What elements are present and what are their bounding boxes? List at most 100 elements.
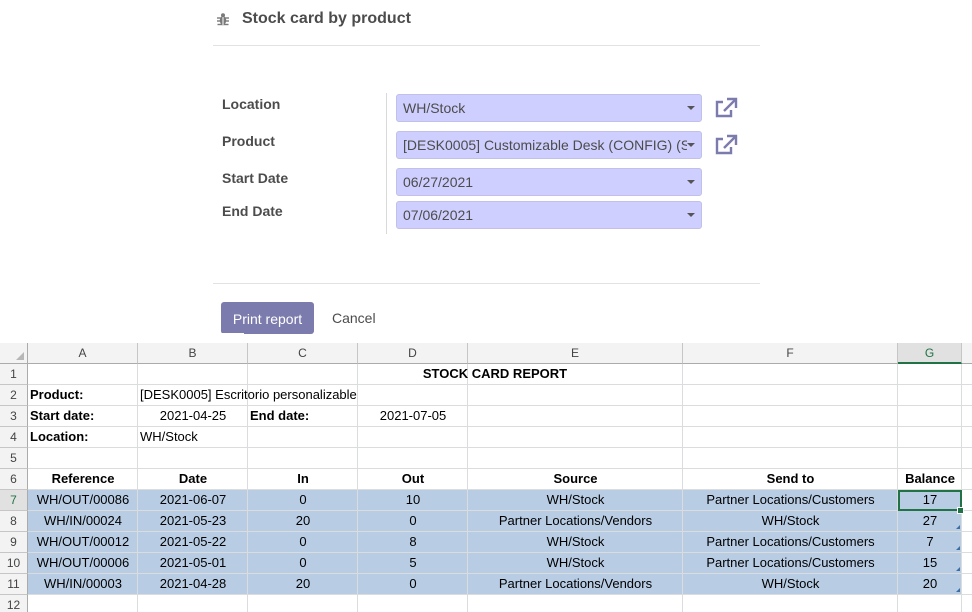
sheet-cell[interactable] bbox=[683, 427, 898, 448]
sheet-cell[interactable] bbox=[28, 595, 138, 612]
sheet-cell[interactable] bbox=[962, 532, 972, 553]
column-header[interactable]: B bbox=[138, 343, 248, 364]
table-cell[interactable]: WH/Stock bbox=[468, 553, 683, 574]
row-header[interactable]: 6 bbox=[0, 469, 28, 490]
sheet-cell[interactable] bbox=[248, 427, 358, 448]
row-header[interactable]: 8 bbox=[0, 511, 28, 532]
table-cell[interactable]: 2021-06-07 bbox=[138, 490, 248, 511]
table-cell[interactable]: WH/Stock bbox=[468, 490, 683, 511]
sheet-cell[interactable] bbox=[683, 448, 898, 469]
fill-handle[interactable] bbox=[957, 507, 964, 514]
chevron-down-icon[interactable] bbox=[687, 180, 695, 184]
table-header-cell[interactable]: In bbox=[248, 469, 358, 490]
column-header[interactable]: A bbox=[28, 343, 138, 364]
row-header[interactable]: 4 bbox=[0, 427, 28, 448]
sheet-cell[interactable] bbox=[898, 385, 962, 406]
sheet-cell[interactable] bbox=[248, 595, 358, 612]
row-header[interactable]: 1 bbox=[0, 364, 28, 385]
sheet-cell[interactable] bbox=[962, 427, 972, 448]
cancel-button[interactable]: Cancel bbox=[332, 302, 376, 334]
end-date-value-cell[interactable]: 2021-07-05 bbox=[358, 406, 468, 427]
sheet-cell[interactable] bbox=[468, 385, 683, 406]
product-label-cell[interactable]: Product: bbox=[28, 385, 138, 406]
table-header-cell[interactable]: Send to bbox=[683, 469, 898, 490]
table-header-cell[interactable]: Date bbox=[138, 469, 248, 490]
table-cell[interactable]: WH/OUT/00012 bbox=[28, 532, 138, 553]
sheet-cell[interactable] bbox=[468, 406, 683, 427]
sheet-cell[interactable] bbox=[138, 595, 248, 612]
table-header-cell[interactable]: Out bbox=[358, 469, 468, 490]
bug-icon[interactable] bbox=[215, 11, 231, 27]
table-header-cell[interactable]: Source bbox=[468, 469, 683, 490]
sheet-cell[interactable] bbox=[468, 448, 683, 469]
sheet-cell[interactable] bbox=[962, 364, 972, 385]
row-header[interactable]: 9 bbox=[0, 532, 28, 553]
row-header[interactable]: 10 bbox=[0, 553, 28, 574]
table-cell[interactable]: 15 bbox=[898, 553, 962, 574]
table-cell[interactable]: 2021-05-23 bbox=[138, 511, 248, 532]
location-value-cell[interactable]: WH/Stock bbox=[138, 427, 248, 448]
column-header[interactable]: D bbox=[358, 343, 468, 364]
sheet-cell[interactable] bbox=[962, 469, 972, 490]
row-header[interactable]: 2 bbox=[0, 385, 28, 406]
select-all-corner[interactable] bbox=[0, 343, 28, 364]
row-header[interactable]: 3 bbox=[0, 406, 28, 427]
location-select[interactable]: WH/Stock bbox=[396, 94, 702, 122]
sheet-cell[interactable] bbox=[248, 448, 358, 469]
spreadsheet[interactable]: A B C D E F G 1 2 3 4 5 6 7 8 9 10 11 12 STOCK CARD REPORT P… bbox=[0, 343, 972, 612]
sheet-cell[interactable] bbox=[898, 406, 962, 427]
table-cell[interactable]: 20 bbox=[898, 574, 962, 595]
table-cell[interactable]: WH/OUT/00006 bbox=[28, 553, 138, 574]
table-cell[interactable]: Partner Locations/Customers bbox=[683, 532, 898, 553]
column-header[interactable]: G bbox=[898, 343, 962, 364]
table-cell[interactable]: 10 bbox=[358, 490, 468, 511]
table-cell[interactable]: Partner Locations/Customers bbox=[683, 553, 898, 574]
table-cell[interactable]: WH/Stock bbox=[683, 574, 898, 595]
chevron-down-icon[interactable] bbox=[687, 213, 695, 217]
sheet-cell[interactable] bbox=[683, 406, 898, 427]
sheet-cell[interactable] bbox=[962, 553, 972, 574]
table-cell[interactable]: WH/IN/00024 bbox=[28, 511, 138, 532]
sheet-cell[interactable] bbox=[358, 427, 468, 448]
sheet-cell[interactable] bbox=[962, 385, 972, 406]
table-cell[interactable]: WH/OUT/00086 bbox=[28, 490, 138, 511]
row-header[interactable]: 5 bbox=[0, 448, 28, 469]
sheet-cell[interactable] bbox=[962, 595, 972, 612]
sheet-cell[interactable] bbox=[898, 448, 962, 469]
sheet-cell[interactable] bbox=[468, 427, 683, 448]
start-date-label-cell[interactable]: Start date: bbox=[28, 406, 138, 427]
table-cell[interactable]: 0 bbox=[248, 532, 358, 553]
product-value-cell[interactable]: [DESK0005] Escritorio personalizable bbox=[138, 385, 468, 406]
row-header[interactable]: 11 bbox=[0, 574, 28, 595]
table-cell[interactable]: 27 bbox=[898, 511, 962, 532]
start-date-field[interactable]: 06/27/2021 bbox=[396, 168, 702, 196]
sheet-cell[interactable] bbox=[962, 574, 972, 595]
sheet-cell[interactable] bbox=[683, 385, 898, 406]
product-select[interactable]: [DESK0005] Customizable Desk (CONFIG) (S… bbox=[396, 131, 702, 159]
table-cell[interactable]: 2021-05-01 bbox=[138, 553, 248, 574]
sheet-cell[interactable] bbox=[358, 448, 468, 469]
table-header-cell[interactable]: Balance bbox=[898, 469, 962, 490]
table-cell[interactable]: 5 bbox=[358, 553, 468, 574]
sheet-cell[interactable] bbox=[468, 595, 683, 612]
table-cell[interactable]: 0 bbox=[358, 511, 468, 532]
table-cell[interactable]: Partner Locations/Vendors bbox=[468, 574, 683, 595]
table-cell[interactable]: 20 bbox=[248, 574, 358, 595]
table-cell[interactable]: 20 bbox=[248, 511, 358, 532]
table-cell[interactable]: 2021-04-28 bbox=[138, 574, 248, 595]
table-cell[interactable]: Partner Locations/Vendors bbox=[468, 511, 683, 532]
table-cell[interactable]: 0 bbox=[248, 490, 358, 511]
column-header[interactable]: E bbox=[468, 343, 683, 364]
sheet-cell[interactable] bbox=[898, 595, 962, 612]
table-cell[interactable]: 8 bbox=[358, 532, 468, 553]
table-cell[interactable]: WH/Stock bbox=[468, 532, 683, 553]
table-cell[interactable]: Partner Locations/Customers bbox=[683, 490, 898, 511]
table-cell[interactable]: WH/Stock bbox=[683, 511, 898, 532]
external-link-icon[interactable] bbox=[714, 97, 738, 119]
table-cell[interactable]: 2021-05-22 bbox=[138, 532, 248, 553]
end-date-label-cell[interactable]: End date: bbox=[248, 406, 358, 427]
external-link-icon[interactable] bbox=[714, 134, 738, 156]
sheet-cell[interactable] bbox=[358, 595, 468, 612]
end-date-field[interactable]: 07/06/2021 bbox=[396, 201, 702, 229]
sheet-cell[interactable] bbox=[28, 448, 138, 469]
